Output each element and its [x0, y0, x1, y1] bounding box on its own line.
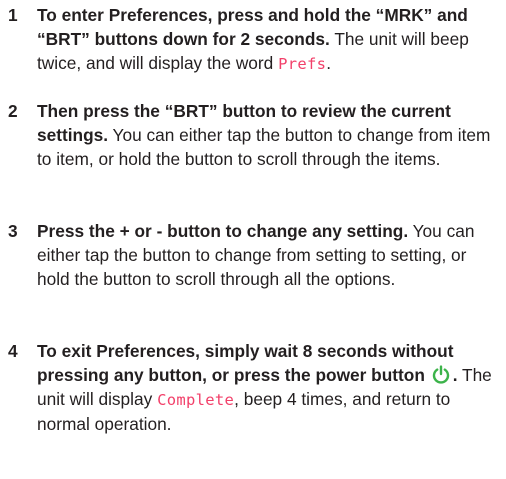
step-content: Then press the “BRT” button to review th… [37, 99, 503, 171]
step-number: 1 [8, 5, 18, 25]
display-text-complete: Complete [157, 391, 235, 409]
display-text-prefs: Prefs [278, 55, 327, 73]
step-number: 3 [8, 221, 18, 241]
step-instruction: Press the + or - button to change any se… [37, 221, 409, 241]
step-description-end: . [326, 53, 332, 73]
step-number: 2 [8, 101, 18, 121]
step-instruction: To exit Preferences, simply wait 8 secon… [37, 341, 454, 385]
step-content: To exit Preferences, simply wait 8 secon… [37, 339, 503, 436]
step-content: To enter Preferences, press and hold the… [37, 3, 503, 76]
step-number: 4 [8, 341, 18, 361]
power-icon [431, 365, 451, 385]
step-content: Press the + or - button to change any se… [37, 219, 503, 291]
